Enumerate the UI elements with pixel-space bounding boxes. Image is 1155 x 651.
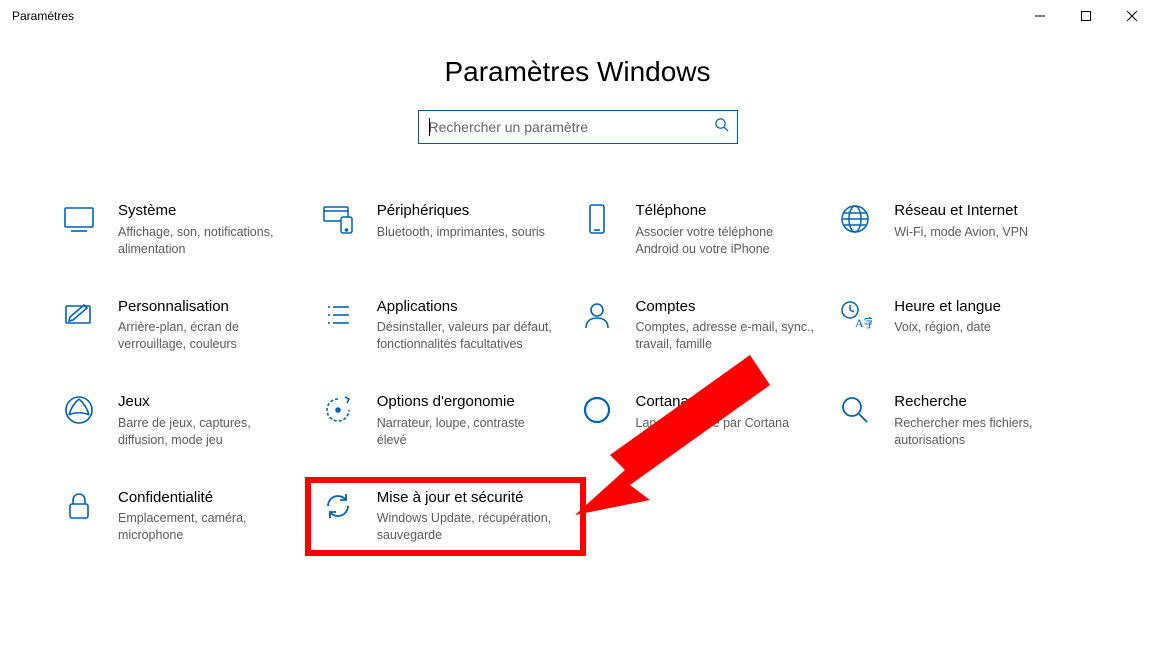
tile-desc: Windows Update, récupération, sauvegarde [377, 510, 572, 544]
phone-icon [578, 202, 616, 240]
tile-phone[interactable]: Téléphone Associer votre téléphone Andro… [578, 202, 837, 258]
tile-desc: Arrière-plan, écran de verrouillage, cou… [118, 319, 299, 353]
time-language-icon: A字 [836, 298, 874, 336]
tile-title: Options d'ergonomie [377, 393, 558, 412]
gaming-icon [60, 393, 98, 431]
update-security-icon [319, 489, 357, 527]
tile-desc: Barre de jeux, captures, diffusion, mode… [118, 415, 299, 449]
tile-update-security[interactable]: Mise à jour et sécurité Windows Update, … [305, 477, 586, 557]
tile-title: Cortana [636, 393, 817, 412]
tile-search[interactable]: Recherche Rechercher mes fichiers, autor… [836, 393, 1095, 449]
search-wrap [0, 110, 1155, 144]
search-icon [714, 117, 729, 137]
window-controls [1017, 0, 1155, 32]
titlebar: Paramètres [0, 0, 1155, 32]
tile-desc: Emplacement, caméra, microphone [118, 510, 299, 544]
tile-gaming[interactable]: Jeux Barre de jeux, captures, diffusion,… [60, 393, 319, 449]
maximize-icon [1081, 11, 1091, 21]
tile-system[interactable]: Système Affichage, son, notifications, a… [60, 202, 319, 258]
devices-icon [319, 202, 357, 240]
tile-desc: Narrateur, loupe, contraste élevé [377, 415, 558, 449]
personalization-icon [60, 298, 98, 336]
window-title: Paramètres [12, 9, 74, 23]
tile-desc: Bluetooth, imprimantes, souris [377, 224, 558, 241]
tile-title: Personnalisation [118, 298, 299, 317]
tile-title: Applications [377, 298, 558, 317]
cortana-icon [578, 393, 616, 431]
tile-title: Système [118, 202, 299, 221]
tile-desc: Wi-Fi, mode Avion, VPN [894, 224, 1075, 241]
tile-desc: Comptes, adresse e-mail, sync., travail,… [636, 319, 817, 353]
tile-ease-of-access[interactable]: Options d'ergonomie Narrateur, loupe, co… [319, 393, 578, 449]
accounts-icon [578, 298, 616, 336]
tile-personalization[interactable]: Personnalisation Arrière-plan, écran de … [60, 298, 319, 354]
tile-title: Téléphone [636, 202, 817, 221]
tile-desc: Associer votre téléphone Android ou votr… [636, 224, 817, 258]
close-button[interactable] [1109, 0, 1155, 32]
search-tile-icon [836, 393, 874, 431]
close-icon [1126, 10, 1138, 22]
search-input[interactable] [429, 119, 714, 135]
tile-desc: Voix, région, date [894, 319, 1075, 336]
tile-desc: Désinstaller, valeurs par défaut, foncti… [377, 319, 558, 353]
search-box[interactable] [418, 110, 738, 144]
settings-grid: Système Affichage, son, notifications, a… [60, 202, 1095, 544]
tile-title: Recherche [894, 393, 1075, 412]
minimize-icon [1035, 11, 1045, 21]
page-title: Paramètres Windows [0, 56, 1155, 88]
tile-title: Périphériques [377, 202, 558, 221]
maximize-button[interactable] [1063, 0, 1109, 32]
tile-title: Confidentialité [118, 489, 299, 508]
tile-title: Comptes [636, 298, 817, 317]
tile-devices[interactable]: Périphériques Bluetooth, imprimantes, so… [319, 202, 578, 258]
tile-time[interactable]: A字 Heure et langue Voix, région, date [836, 298, 1095, 354]
minimize-button[interactable] [1017, 0, 1063, 32]
tile-apps[interactable]: Applications Désinstaller, valeurs par d… [319, 298, 578, 354]
network-icon [836, 202, 874, 240]
privacy-icon [60, 489, 98, 527]
tile-title: Mise à jour et sécurité [377, 489, 572, 508]
tile-network[interactable]: Réseau et Internet Wi-Fi, mode Avion, VP… [836, 202, 1095, 258]
tile-desc: Langue utilisée par Cortana [636, 415, 817, 432]
tile-cortana[interactable]: Cortana Langue utilisée par Cortana [578, 393, 837, 449]
tile-title: Jeux [118, 393, 299, 412]
system-icon [60, 202, 98, 240]
tile-privacy[interactable]: Confidentialité Emplacement, caméra, mic… [60, 489, 319, 545]
tile-desc: Affichage, son, notifications, alimentat… [118, 224, 299, 258]
apps-icon [319, 298, 357, 336]
tile-accounts[interactable]: Comptes Comptes, adresse e-mail, sync., … [578, 298, 837, 354]
tile-desc: Rechercher mes fichiers, autorisations [894, 415, 1075, 449]
tile-title: Heure et langue [894, 298, 1075, 317]
tile-title: Réseau et Internet [894, 202, 1075, 221]
ease-of-access-icon [319, 393, 357, 431]
svg-text:A字: A字 [855, 315, 872, 330]
text-caret [429, 118, 430, 136]
